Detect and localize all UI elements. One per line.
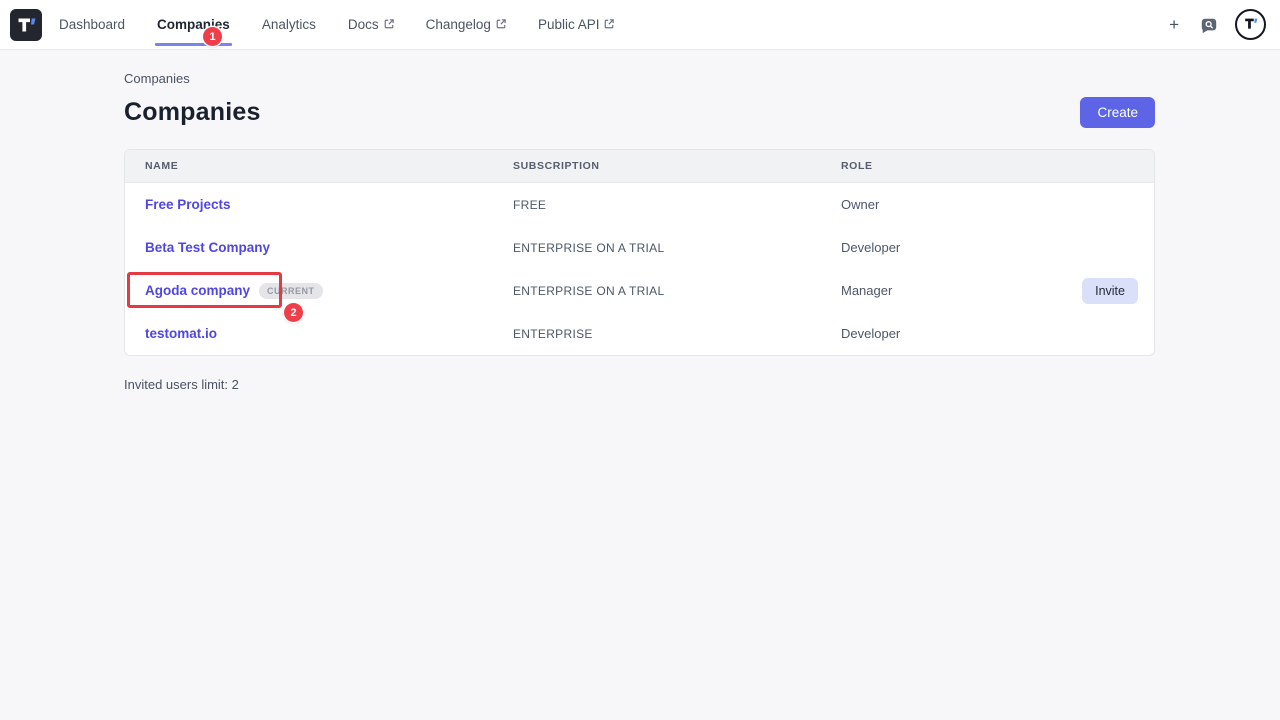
- company-name-cell: Free Projects: [125, 197, 493, 212]
- invited-users-limit-note: Invited users limit: 2: [124, 377, 1155, 392]
- nav-item-public-api[interactable]: Public API: [538, 0, 615, 49]
- main-nav: Dashboard Companies Analytics Docs Chang…: [59, 0, 614, 49]
- nav-label: Public API: [538, 17, 600, 32]
- nav-item-changelog[interactable]: Changelog: [426, 0, 506, 49]
- topbar-actions: +: [1165, 9, 1266, 40]
- external-link-icon: [604, 17, 614, 32]
- role-value: Developer: [821, 240, 1014, 255]
- column-header-name: NAME: [125, 160, 493, 172]
- company-link[interactable]: Free Projects: [145, 197, 231, 212]
- table-row: Beta Test Company ENTERPRISE ON A TRIAL …: [125, 226, 1154, 269]
- subscription-value: ENTERPRISE: [493, 327, 821, 341]
- table-row: Free Projects FREE Owner: [125, 183, 1154, 226]
- companies-table: NAME SUBSCRIPTION ROLE Free Projects FRE…: [124, 149, 1155, 356]
- external-link-icon: [496, 17, 506, 32]
- subscription-value: ENTERPRISE ON A TRIAL: [493, 241, 821, 255]
- add-icon[interactable]: +: [1165, 14, 1183, 35]
- table-row: testomat.io ENTERPRISE Developer: [125, 312, 1154, 355]
- company-link[interactable]: Agoda company: [145, 283, 250, 298]
- nav-label: Companies: [157, 17, 230, 32]
- table-row-current-company: Agoda company CURRENT ENTERPRISE ON A TR…: [125, 269, 1154, 312]
- nav-label: Docs: [348, 17, 379, 32]
- subscription-value: FREE: [493, 198, 821, 212]
- create-button[interactable]: Create: [1080, 97, 1155, 128]
- page-title: Companies: [124, 98, 261, 127]
- support-search-icon[interactable]: [1200, 16, 1218, 34]
- nav-label: Analytics: [262, 17, 316, 32]
- row-actions: Invite: [1082, 278, 1154, 304]
- app-logo-icon[interactable]: [10, 9, 42, 41]
- breadcrumb: Companies: [124, 71, 1155, 86]
- current-company-badge: CURRENT: [259, 283, 323, 299]
- company-link[interactable]: Beta Test Company: [145, 240, 270, 255]
- role-value: Developer: [821, 326, 1014, 341]
- role-value: Manager: [821, 283, 1014, 298]
- invite-button[interactable]: Invite: [1082, 278, 1138, 304]
- nav-item-analytics[interactable]: Analytics: [262, 0, 316, 49]
- subscription-value: ENTERPRISE ON A TRIAL: [493, 284, 821, 298]
- page-content: Companies Companies Create NAME SUBSCRIP…: [0, 71, 1280, 392]
- role-value: Owner: [821, 197, 1014, 212]
- company-name-cell: Agoda company CURRENT: [125, 283, 493, 299]
- company-link[interactable]: testomat.io: [145, 326, 217, 341]
- nav-label: Dashboard: [59, 17, 125, 32]
- external-link-icon: [384, 17, 394, 32]
- nav-item-docs[interactable]: Docs: [348, 0, 394, 49]
- column-header-role: ROLE: [821, 160, 1014, 172]
- nav-item-companies[interactable]: Companies: [157, 0, 230, 49]
- nav-label: Changelog: [426, 17, 491, 32]
- nav-item-dashboard[interactable]: Dashboard: [59, 0, 125, 49]
- company-name-cell: Beta Test Company: [125, 240, 493, 255]
- company-name-cell: testomat.io: [125, 326, 493, 341]
- column-header-subscription: SUBSCRIPTION: [493, 160, 821, 172]
- user-avatar[interactable]: [1235, 9, 1266, 40]
- table-header-row: NAME SUBSCRIPTION ROLE: [125, 150, 1154, 183]
- top-navigation-bar: Dashboard Companies Analytics Docs Chang…: [0, 0, 1280, 50]
- title-row: Companies Create: [124, 97, 1155, 128]
